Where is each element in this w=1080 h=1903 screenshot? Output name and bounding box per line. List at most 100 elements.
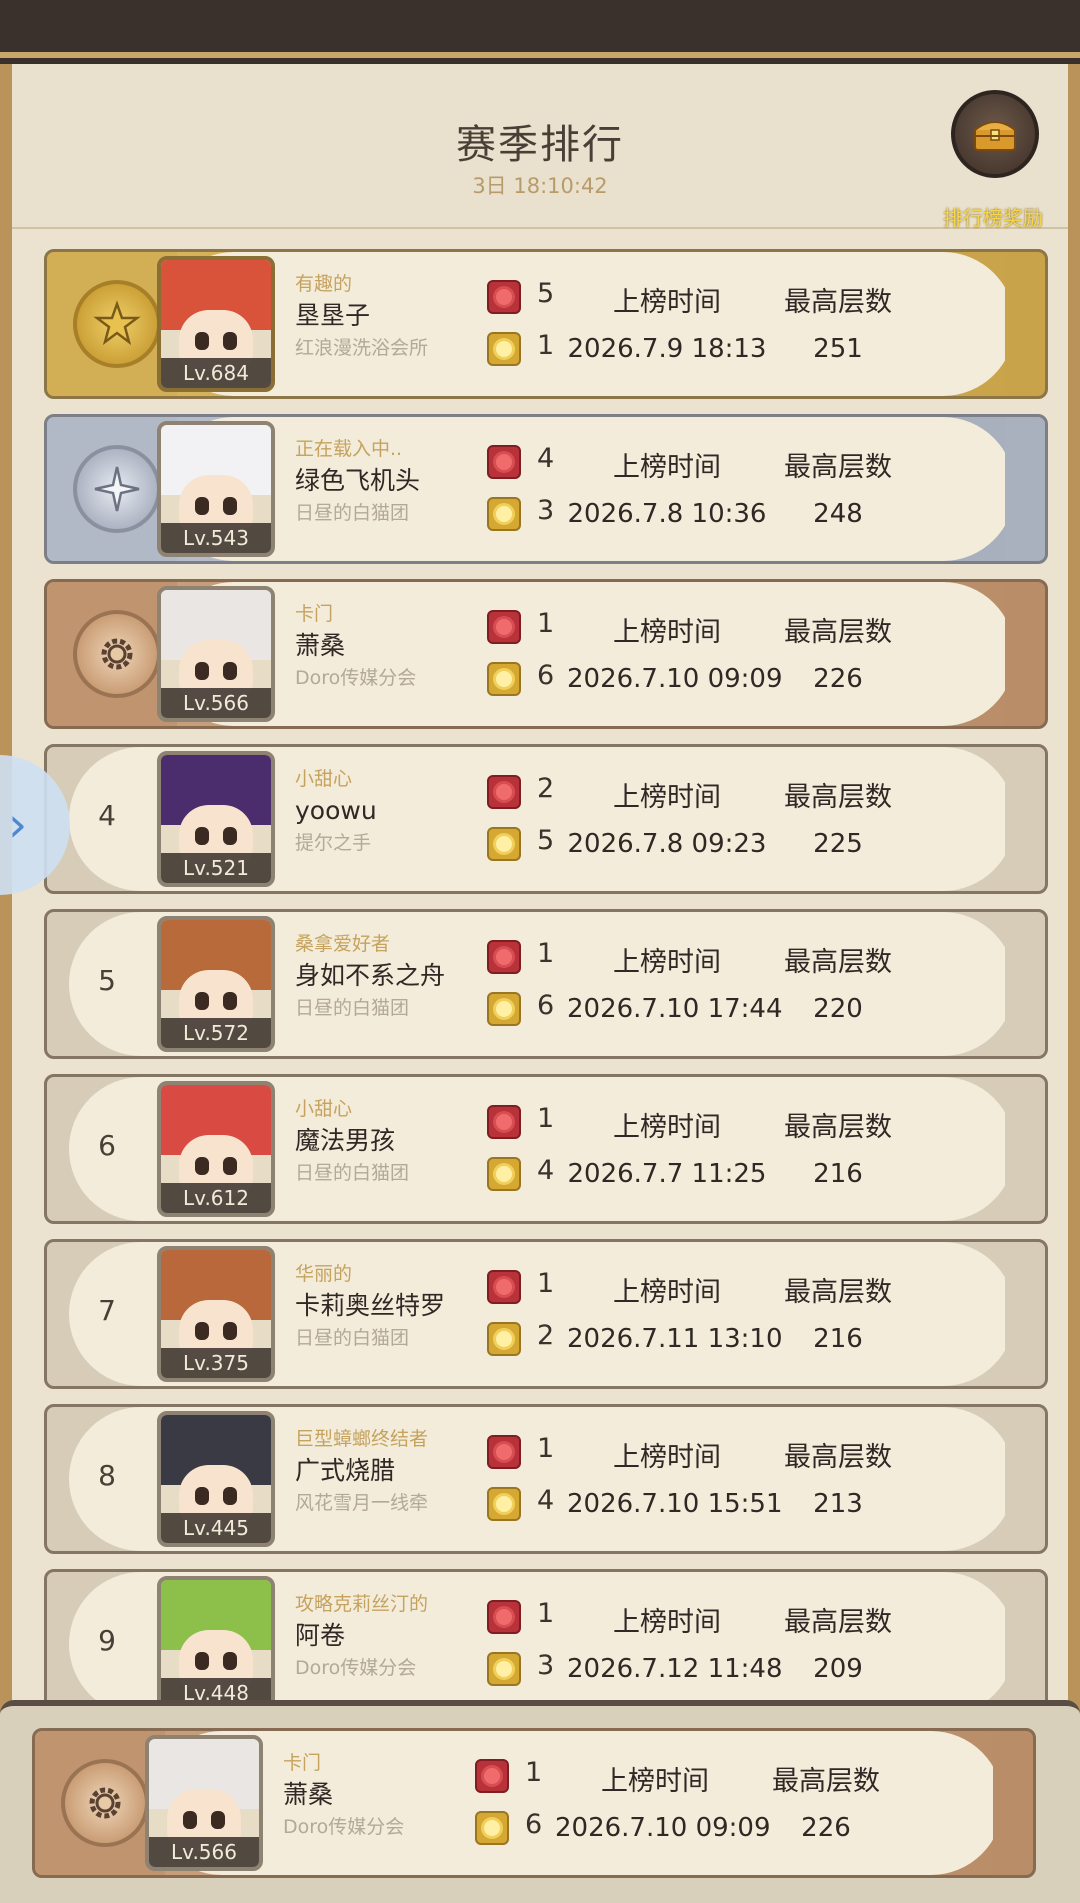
- avatar-eye: [223, 1487, 237, 1505]
- level-label: Lv.543: [161, 523, 271, 553]
- ranking-panel-inner: 赛季排行 3日 18:10:42 排行榜奖励 Lv.684 有趣的 垦垦子 红浪…: [12, 64, 1068, 1903]
- avatar[interactable]: Lv.521: [157, 751, 275, 887]
- rank-number: 7: [98, 1294, 116, 1327]
- gold-badge-line: 3: [487, 1646, 577, 1698]
- rank-number: 8: [98, 1459, 116, 1492]
- rank-number: 6: [98, 1129, 116, 1162]
- max-floor-value: 213: [813, 1489, 863, 1519]
- gold-flower-badge-icon: [487, 1322, 521, 1356]
- row-right-cap: [1005, 1242, 1045, 1386]
- ranking-row[interactable]: 8 Lv.445 巨型蟑螂终结者 广式烧腊 风花雪月一线牵 1 4 上榜时间 2…: [44, 1404, 1048, 1554]
- rank-time-label: 上榜时间: [613, 1277, 721, 1308]
- avatar[interactable]: Lv.375: [157, 1246, 275, 1382]
- red-badge-count: 5: [537, 278, 555, 309]
- self-rank-bar: Lv.566 卡门 萧桑 Doro传媒分会 1 6 上榜时间 2026.7.10…: [0, 1700, 1080, 1903]
- max-floor-value: 209: [813, 1654, 863, 1684]
- gold-flower-badge-icon: [487, 1652, 521, 1686]
- treasure-chest-icon: [974, 121, 1016, 151]
- rank-time-column: 上榜时间 2026.7.7 11:25: [567, 1105, 767, 1197]
- max-floor-label: 最高层数: [784, 617, 892, 648]
- ranking-row[interactable]: 7 Lv.375 华丽的 卡莉奥丝特罗 日昼的白猫团 1 2 上榜时间 2026…: [44, 1239, 1048, 1389]
- avatar[interactable]: Lv.684: [157, 256, 275, 392]
- avatar[interactable]: Lv.566: [145, 1735, 263, 1871]
- max-floor-value: 248: [813, 499, 863, 529]
- max-floor-value: 251: [813, 334, 863, 364]
- avatar-eye: [223, 827, 237, 845]
- avatar-eye: [195, 827, 209, 845]
- ranking-row[interactable]: Lv.566 卡门 萧桑 Doro传媒分会 1 6 上榜时间 2026.7.10…: [44, 579, 1048, 729]
- red-badge-line: 1: [487, 604, 577, 656]
- rank-time-label: 上榜时间: [613, 947, 721, 978]
- max-floor-column: 最高层数 248: [773, 445, 903, 537]
- badge-counts: 1 6: [475, 1753, 565, 1857]
- gold-badge-count: 6: [525, 1809, 543, 1840]
- ranking-row[interactable]: 5 Lv.572 桑拿爱好者 身如不系之舟 日昼的白猫团 1 6 上榜时间 20…: [44, 909, 1048, 1059]
- rank-time-column: 上榜时间 2026.7.10 09:09: [555, 1759, 771, 1851]
- max-floor-column: 最高层数 209: [773, 1600, 903, 1692]
- ranking-row[interactable]: Lv.543 正在载入中.. 绿色飞机头 日昼的白猫团 4 3 上榜时间 202…: [44, 414, 1048, 564]
- badge-counts: 4 3: [487, 439, 577, 543]
- max-floor-label: 最高层数: [784, 947, 892, 978]
- row-right-cap: [1005, 1407, 1045, 1551]
- reward-circle: [951, 90, 1039, 178]
- avatar[interactable]: Lv.543: [157, 421, 275, 557]
- avatar[interactable]: Lv.612: [157, 1081, 275, 1217]
- max-floor-column: 最高层数 226: [761, 1759, 891, 1851]
- rank-time-value: 2026.7.10 15:51: [567, 1489, 783, 1519]
- avatar[interactable]: Lv.572: [157, 916, 275, 1052]
- page-title: 赛季排行: [456, 122, 624, 168]
- self-ranking-row[interactable]: Lv.566 卡门 萧桑 Doro传媒分会 1 6 上榜时间 2026.7.10…: [32, 1728, 1036, 1878]
- panel-header: 赛季排行 3日 18:10:42 排行榜奖励: [12, 64, 1068, 230]
- ranking-row[interactable]: 4 Lv.521 小甜心 yoowu 提尔之手 2 5 上榜时间 2026.7.…: [44, 744, 1048, 894]
- reward-button[interactable]: 排行榜奖励: [938, 90, 1048, 230]
- level-label: Lv.566: [161, 688, 271, 718]
- gold-flower-badge-icon: [487, 1487, 521, 1521]
- max-floor-label: 最高层数: [784, 1607, 892, 1638]
- rank-number: 9: [98, 1624, 116, 1657]
- level-label: Lv.375: [161, 1348, 271, 1378]
- avatar[interactable]: Lv.445: [157, 1411, 275, 1547]
- row-right-cap: [1005, 582, 1045, 726]
- badge-counts: 2 5: [487, 769, 577, 873]
- avatar[interactable]: Lv.566: [157, 586, 275, 722]
- red-rose-badge-icon: [487, 1600, 521, 1634]
- rank-time-label: 上榜时间: [613, 1442, 721, 1473]
- max-floor-column: 最高层数 251: [773, 280, 903, 372]
- rank-time-column: 上榜时间 2026.7.11 13:10: [567, 1270, 783, 1362]
- red-badge-line: 4: [487, 439, 577, 491]
- ranking-panel: 赛季排行 3日 18:10:42 排行榜奖励 Lv.684 有趣的 垦垦子 红浪…: [0, 64, 1080, 1903]
- level-label: Lv.521: [161, 853, 271, 883]
- level-label: Lv.684: [161, 358, 271, 388]
- row-right-cap: [1005, 912, 1045, 1056]
- gold-badge-line: 6: [487, 986, 577, 1038]
- max-floor-label: 最高层数: [784, 1112, 892, 1143]
- avatar[interactable]: Lv.448: [157, 1576, 275, 1712]
- red-badge-line: 2: [487, 769, 577, 821]
- rank-medal: [73, 610, 161, 698]
- red-rose-badge-icon: [475, 1759, 509, 1793]
- ranking-list[interactable]: Lv.684 有趣的 垦垦子 红浪漫洗浴会所 5 1 上榜时间 2026.7.9…: [12, 229, 1068, 1759]
- gold-badge-line: 5: [487, 821, 577, 873]
- avatar-eye: [195, 662, 209, 680]
- red-rose-badge-icon: [487, 940, 521, 974]
- rank-medal: [61, 1759, 149, 1847]
- gold-flower-badge-icon: [487, 497, 521, 531]
- gold-badge-count: 5: [537, 825, 555, 856]
- red-badge-count: 1: [537, 938, 555, 969]
- red-badge-count: 4: [537, 443, 555, 474]
- chevron-right-icon: ›: [8, 797, 28, 853]
- avatar-eye: [195, 497, 209, 515]
- avatar-eye: [195, 1487, 209, 1505]
- red-badge-line: 1: [487, 1099, 577, 1151]
- red-badge-line: 5: [487, 274, 577, 326]
- rank-time-column: 上榜时间 2026.7.8 09:23: [567, 775, 767, 867]
- gear-medal-icon: [101, 638, 133, 670]
- ranking-row[interactable]: 9 Lv.448 攻略克莉丝汀的 阿卷 Doro传媒分会 1 3 上榜时间 20…: [44, 1569, 1048, 1719]
- gold-flower-badge-icon: [487, 827, 521, 861]
- ranking-row[interactable]: Lv.684 有趣的 垦垦子 红浪漫洗浴会所 5 1 上榜时间 2026.7.9…: [44, 249, 1048, 399]
- max-floor-column: 最高层数 216: [773, 1105, 903, 1197]
- row-right-cap: [1005, 1077, 1045, 1221]
- ranking-row[interactable]: 6 Lv.612 小甜心 魔法男孩 日昼的白猫团 1 4 上榜时间 2026.7…: [44, 1074, 1048, 1224]
- gold-flower-badge-icon: [487, 1157, 521, 1191]
- rank-time-column: 上榜时间 2026.7.10 09:09: [567, 610, 783, 702]
